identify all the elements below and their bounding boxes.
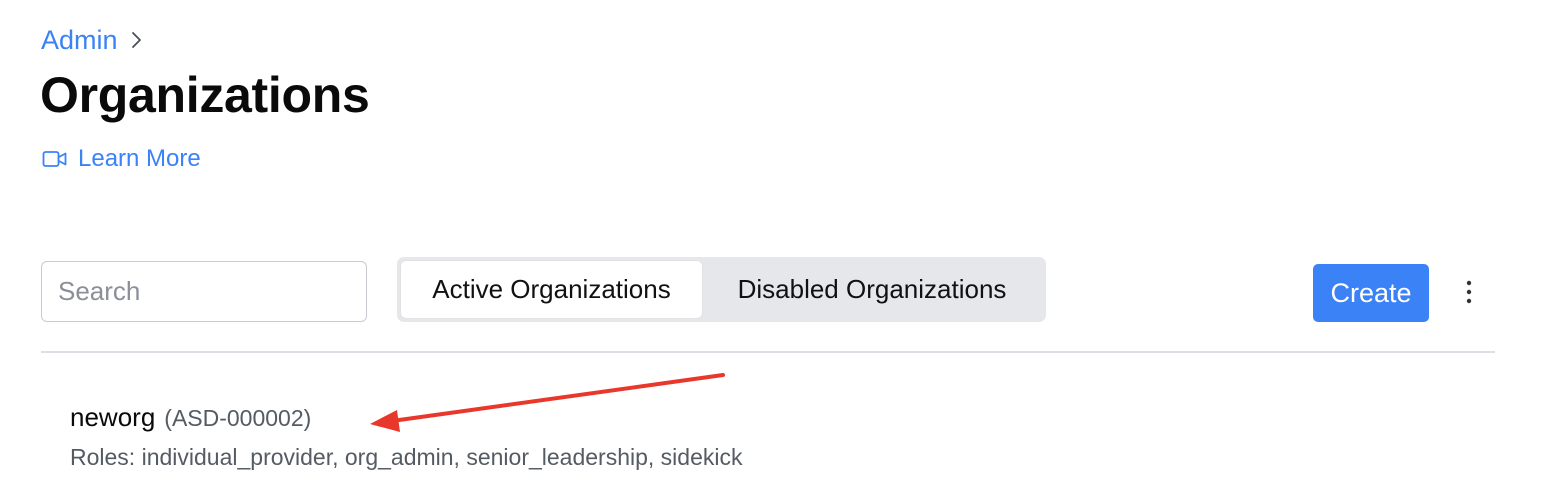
breadcrumb: Admin <box>41 24 144 56</box>
breadcrumb-admin-link[interactable]: Admin <box>41 24 118 56</box>
vertical-dots-icon <box>1466 280 1472 309</box>
learn-more-label: Learn More <box>78 145 201 172</box>
org-code: (ASD-000002) <box>164 405 312 431</box>
organization-status-tabs: Active Organizations Disabled Organizati… <box>397 257 1046 322</box>
video-camera-icon <box>42 149 68 169</box>
chevron-right-icon <box>128 31 144 49</box>
create-button[interactable]: Create <box>1313 264 1429 322</box>
page-title: Organizations <box>40 67 370 123</box>
tab-disabled-organizations[interactable]: Disabled Organizations <box>702 261 1042 318</box>
org-name[interactable]: neworg <box>70 402 155 433</box>
divider <box>41 351 1495 353</box>
learn-more-link[interactable]: Learn More <box>42 144 201 174</box>
org-roles: Roles: individual_provider, org_admin, s… <box>70 444 743 470</box>
org-title-line: neworg (ASD-000002) <box>70 402 970 438</box>
more-options-button[interactable] <box>1455 277 1483 311</box>
search-input[interactable] <box>41 261 367 322</box>
tab-active-organizations[interactable]: Active Organizations <box>401 261 702 318</box>
list-item[interactable]: neworg (ASD-000002) Roles: individual_pr… <box>70 402 970 472</box>
